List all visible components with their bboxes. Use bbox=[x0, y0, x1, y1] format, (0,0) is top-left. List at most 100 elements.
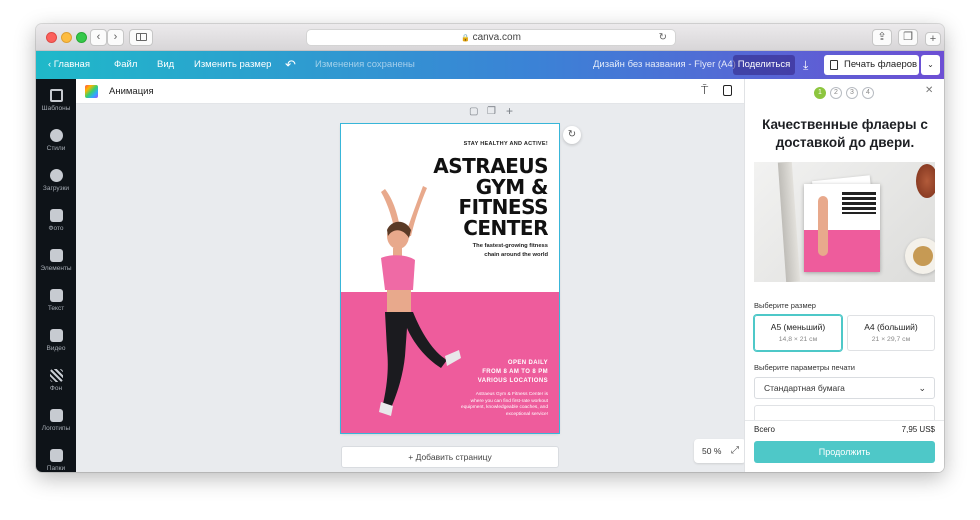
close-window-button[interactable] bbox=[46, 32, 57, 43]
flyer-subtitle-line: chain around the world bbox=[484, 252, 548, 258]
add-page-icon[interactable]: + bbox=[506, 104, 513, 118]
animation-button[interactable]: Анимация bbox=[109, 79, 154, 104]
file-menu[interactable]: Файл bbox=[114, 51, 137, 79]
download-icon[interactable]: ⤓ bbox=[803, 51, 808, 79]
panel-title-line: доставкой до двери. bbox=[775, 135, 915, 150]
design-title[interactable]: Дизайн без названия - Flyer (A4) bbox=[593, 51, 736, 79]
add-page-button[interactable]: + Добавить страницу bbox=[341, 446, 559, 468]
photo-icon bbox=[49, 209, 63, 222]
sidebar-item-label: Элементы bbox=[40, 265, 72, 272]
minimize-window-button[interactable] bbox=[61, 32, 72, 43]
sidebar-item-label: Стили bbox=[46, 145, 66, 152]
share-browser-button[interactable]: ⇪ bbox=[872, 29, 892, 46]
sidebar-item-background[interactable]: Фон bbox=[36, 369, 76, 392]
flyer-tagline[interactable]: STAY HEALTHY AND ACTIVE! bbox=[464, 141, 548, 147]
flyer-subtitle-line: The fastest-growing fitness bbox=[472, 243, 548, 249]
address-bar[interactable]: 🔒 canva.com ↻ bbox=[306, 29, 676, 46]
sidebar-toggle-button[interactable] bbox=[129, 29, 153, 46]
uploads-icon bbox=[49, 169, 63, 182]
print-dropdown-button[interactable]: ⌄ bbox=[921, 55, 940, 75]
flyer-hours-line: VARIOUS LOCATIONS bbox=[477, 378, 548, 384]
sidebar-item-label: Папки bbox=[46, 465, 66, 472]
flyer-title-line: FITNESS bbox=[458, 195, 548, 219]
logos-icon bbox=[49, 409, 63, 422]
sidebar-item-folders[interactable]: Папки bbox=[36, 449, 76, 472]
sidebar-item-label: Видео bbox=[46, 345, 66, 352]
size-option-title: A4 (больший) bbox=[864, 322, 918, 332]
home-link[interactable]: ‹ Главная bbox=[48, 51, 90, 79]
panel-footer: Всего 7,95 US$ Продолжить bbox=[745, 420, 944, 472]
flyer-title[interactable]: ASTRAEUS GYM & FITNESS CENTER bbox=[418, 156, 548, 238]
step-2[interactable]: 2 bbox=[830, 87, 842, 99]
undo-icon[interactable]: ↶ bbox=[285, 51, 296, 79]
browser-window: ‹ › 🔒 canva.com ↻ ⇪ ❐ + ‹ Главная Файл В… bbox=[36, 24, 944, 472]
maximize-window-button[interactable] bbox=[76, 32, 87, 43]
zoom-control[interactable]: 50 % ⤢ bbox=[694, 439, 746, 463]
sidebar-item-uploads[interactable]: Загрузки bbox=[36, 169, 76, 192]
print-flyers-button[interactable]: Печать флаеров bbox=[824, 55, 919, 75]
reload-icon[interactable]: ↻ bbox=[659, 30, 667, 45]
chevron-down-icon: ⌄ bbox=[927, 60, 934, 69]
size-option-title: A5 (меньший) bbox=[770, 322, 826, 332]
share-icon: ⇪ bbox=[877, 31, 887, 43]
print-preview-photo bbox=[754, 162, 935, 282]
background-icon bbox=[49, 369, 63, 382]
flyer-hours-line: OPEN DAILY bbox=[507, 360, 548, 366]
editor-toolbar: Анимация ⍑ bbox=[76, 79, 744, 104]
design-canvas: ▢ ❐ + ↻ STAY HEALTHY AND ACTIVE! ASTRAEU… bbox=[76, 104, 774, 472]
flyer-title-line: CENTER bbox=[463, 215, 548, 240]
print-params-heading: Выберите параметры печати bbox=[754, 363, 855, 372]
tabs-overview-button[interactable]: ❐ bbox=[898, 29, 918, 46]
paper-type-value: Стандартная бумага bbox=[764, 383, 845, 393]
mini-flyer-front bbox=[804, 184, 880, 272]
tabs-icon: ❐ bbox=[903, 31, 913, 43]
share-button[interactable]: Поделиться bbox=[733, 55, 795, 75]
browser-forward-button[interactable]: › bbox=[107, 29, 124, 46]
print-icon bbox=[830, 60, 838, 70]
chevron-down-icon: ⌄ bbox=[918, 383, 926, 393]
sidebar-item-styles[interactable]: Стили bbox=[36, 129, 76, 152]
sidebar-item-elements[interactable]: Элементы bbox=[36, 249, 76, 272]
fullscreen-icon[interactable]: ⤢ bbox=[731, 439, 739, 463]
size-option-a5[interactable]: A5 (меньший) 14,8 × 21 см bbox=[754, 315, 842, 351]
lock-icon[interactable] bbox=[723, 85, 732, 96]
paper-type-select[interactable]: Стандартная бумага ⌄ bbox=[754, 377, 935, 399]
panel-title-line: Качественные флаеры с bbox=[762, 117, 928, 132]
continue-button[interactable]: Продолжить bbox=[754, 441, 935, 463]
step-1[interactable]: 1 bbox=[814, 87, 826, 99]
color-swatch-icon[interactable] bbox=[85, 85, 98, 98]
duplicate-page-icon[interactable]: ❐ bbox=[487, 106, 496, 117]
resize-menu[interactable]: Изменить размер bbox=[194, 51, 271, 79]
next-select-edge bbox=[754, 405, 935, 421]
close-icon[interactable]: ✕ bbox=[925, 85, 933, 96]
step-3[interactable]: 3 bbox=[846, 87, 858, 99]
flyer-desc-line: equipment, knowledgeable coaches, and bbox=[461, 405, 548, 411]
chevron-right-icon: › bbox=[113, 31, 118, 43]
flyer-opening-hours[interactable]: OPEN DAILY FROM 8 AM TO 8 PM VARIOUS LOC… bbox=[438, 359, 548, 386]
notes-icon[interactable]: ▢ bbox=[469, 106, 478, 117]
flyer-page[interactable]: STAY HEALTHY AND ACTIVE! ASTRAEUS GYM & … bbox=[341, 124, 559, 433]
print-panel: 1 2 3 4 ✕ Качественные флаеры с доставко… bbox=[744, 79, 944, 472]
sidebar-item-photo[interactable]: Фото bbox=[36, 209, 76, 232]
sidebar-item-video[interactable]: Видео bbox=[36, 329, 76, 352]
rotate-icon[interactable]: ↻ bbox=[563, 126, 581, 144]
paint-roller-icon[interactable]: ⍑ bbox=[701, 83, 708, 98]
flyer-title-line: GYM & bbox=[475, 174, 549, 199]
sidebar-item-text[interactable]: Текст bbox=[36, 289, 76, 312]
folders-icon bbox=[49, 449, 63, 462]
print-flyers-label: Печать флаеров bbox=[844, 59, 918, 70]
flyer-subtitle[interactable]: The fastest-growing fitness chain around… bbox=[438, 242, 548, 260]
editor-sidebar: Шаблоны Стили Загрузки Фото Элементы Тек… bbox=[36, 79, 76, 472]
leaf-graphic bbox=[916, 164, 935, 198]
size-option-a4[interactable]: A4 (больший) 21 × 29,7 см bbox=[847, 315, 935, 351]
browser-back-button[interactable]: ‹ bbox=[90, 29, 107, 46]
total-label: Всего bbox=[754, 425, 775, 434]
flyer-description[interactable]: Astraeus Gym & Fitness Center is where y… bbox=[423, 392, 548, 418]
sidebar-item-logos[interactable]: Логотипы bbox=[36, 409, 76, 432]
view-menu[interactable]: Вид bbox=[157, 51, 174, 79]
chevron-left-icon: ‹ bbox=[96, 31, 101, 43]
sidebar-item-templates[interactable]: Шаблоны bbox=[36, 89, 76, 112]
plus-icon: + bbox=[929, 33, 937, 45]
new-tab-button[interactable]: + bbox=[925, 32, 941, 46]
step-4[interactable]: 4 bbox=[862, 87, 874, 99]
